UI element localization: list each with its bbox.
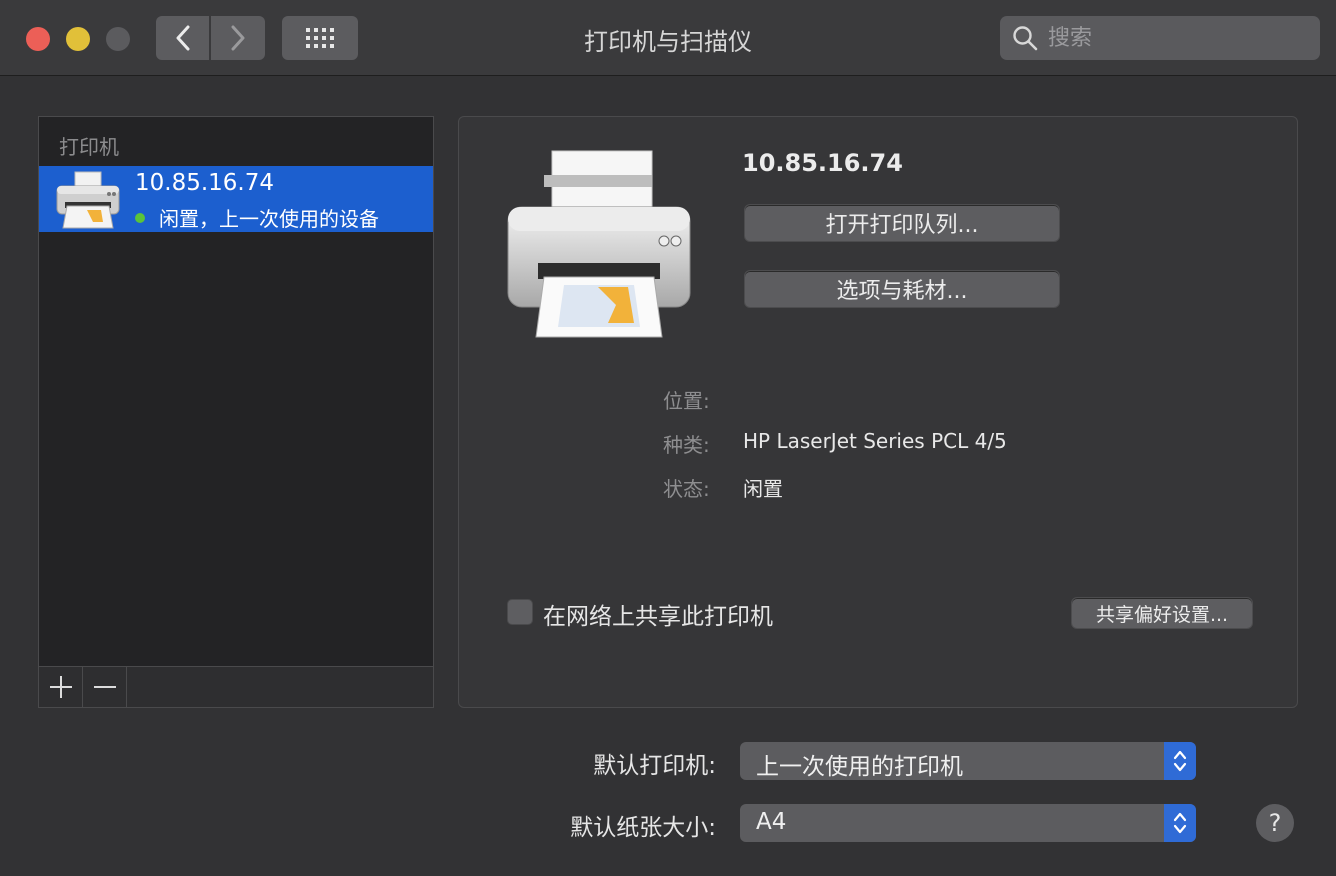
help-button[interactable]: ? (1256, 804, 1294, 842)
status-label: 状态: (663, 477, 710, 501)
default-paper-select[interactable]: A4 (740, 804, 1196, 842)
status-value: 闲置 (743, 477, 783, 501)
printer-icon (56, 171, 120, 229)
printer-list-item-name: 10.85.16.74 (135, 170, 274, 196)
printer-name: 10.85.16.74 (742, 149, 903, 177)
sharing-preferences-button[interactable]: 共享偏好设置... (1071, 597, 1253, 629)
search-field[interactable] (1000, 16, 1320, 60)
status-dot-icon (135, 212, 145, 223)
options-supplies-button[interactable]: 选项与耗材... (744, 270, 1060, 308)
kind-value: HP LaserJet Series PCL 4/5 (743, 429, 1007, 453)
default-printer-value: 上一次使用的打印机 (756, 754, 963, 780)
printer-large-icon (507, 150, 691, 338)
share-printer-label[interactable]: 在网络上共享此打印机 (543, 597, 773, 631)
printer-list: 打印机 10.85.16.74 闲置，上一次使用的设备 (38, 116, 434, 708)
search-input[interactable] (1046, 24, 1310, 52)
select-arrows-icon (1164, 742, 1196, 780)
share-printer-checkbox[interactable] (507, 599, 533, 625)
remove-printer-button[interactable] (83, 667, 127, 707)
printer-list-footer (39, 666, 433, 707)
default-paper-value: A4 (756, 809, 787, 835)
kind-label: 种类: (663, 433, 710, 457)
open-print-queue-button[interactable]: 打开打印队列... (744, 204, 1060, 242)
printer-list-item-status-text: 闲置，上一次使用的设备 (159, 207, 379, 231)
plus-icon (49, 676, 72, 698)
default-printer-select[interactable]: 上一次使用的打印机 (740, 742, 1196, 780)
search-icon (1013, 26, 1038, 51)
printer-list-item[interactable]: 10.85.16.74 闲置，上一次使用的设备 (39, 166, 433, 232)
default-paper-label: 默认纸张大小: (570, 815, 716, 841)
printer-detail-panel: 10.85.16.74 打开打印队列... 选项与耗材... 位置: 种类: H… (458, 116, 1298, 708)
location-label: 位置: (663, 389, 710, 413)
minus-icon (93, 686, 116, 688)
printer-list-header: 打印机 (59, 135, 119, 159)
title-bar: 打印机与扫描仪 (0, 0, 1336, 76)
select-arrows-icon (1164, 804, 1196, 842)
add-printer-button[interactable] (39, 667, 83, 707)
default-printer-label: 默认打印机: (593, 753, 716, 779)
printer-list-item-status: 闲置，上一次使用的设备 (135, 203, 379, 232)
